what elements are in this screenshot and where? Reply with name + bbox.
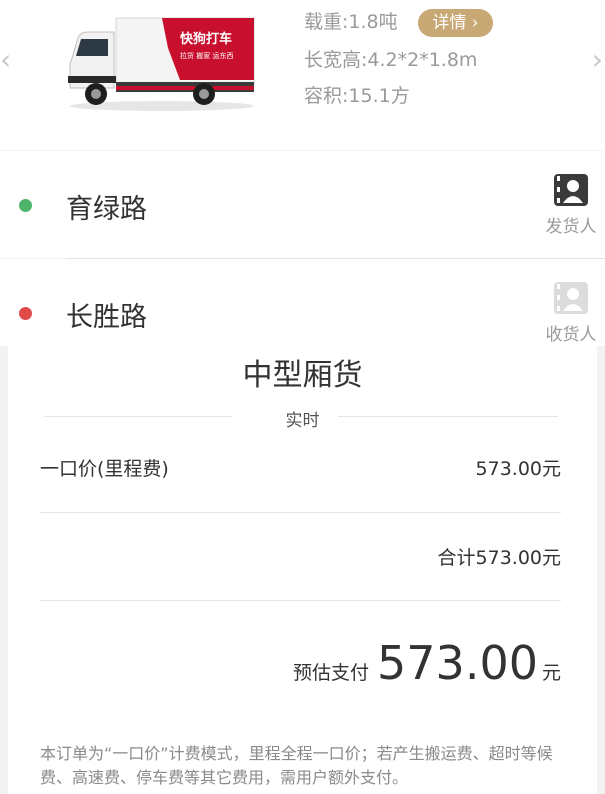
detail-button-label: 详情 xyxy=(432,13,467,33)
divider xyxy=(40,512,561,513)
receiver-label: 收货人 xyxy=(545,325,597,345)
estimate-unit: 元 xyxy=(541,662,561,684)
destination-address: 长胜路 xyxy=(66,302,147,333)
fee-label: 一口价(里程费) xyxy=(40,458,169,480)
chevron-right-icon[interactable]: › xyxy=(592,46,603,74)
pricing-note: 本订单为“一口价”计费模式，里程全程一口价；若产生搬运费、超时等候费、高速费、停… xyxy=(40,744,553,787)
receiver-contact-button[interactable]: 收货人 xyxy=(540,282,602,345)
vehicle-panel: ‹ › 快狗打车 拉货 搬家 运东西 载重:1.8吨 详情 › 长宽高:4.2*… xyxy=(0,0,605,150)
estimate-label: 预估支付 xyxy=(293,662,370,684)
estimate-amount: 573.00 xyxy=(377,636,538,690)
fee-value: 573.00元 xyxy=(475,458,561,480)
svg-text:快狗打车: 快狗打车 xyxy=(180,31,232,47)
estimated-payment: 预估支付 573.00 元 xyxy=(293,636,561,690)
sender-contact-button[interactable]: 发货人 xyxy=(540,174,602,237)
price-card: 中型厢货 实时 一口价(里程费) 573.00元 合计573.00元 预估支付 5… xyxy=(8,346,597,794)
vehicle-load: 载重:1.8吨 xyxy=(304,11,398,33)
sender-label: 发货人 xyxy=(545,217,597,237)
route-to[interactable]: 长胜路 收货人 xyxy=(0,259,605,346)
origin-address: 育绿路 xyxy=(66,194,147,225)
contact-book-icon xyxy=(554,282,588,314)
route-from[interactable]: 育绿路 发货人 xyxy=(0,151,605,258)
order-mode: 实时 xyxy=(285,411,320,431)
truck-image: 快狗打车 拉货 搬家 运东西 xyxy=(68,17,255,111)
contact-book-icon xyxy=(554,174,588,206)
divider xyxy=(338,416,558,417)
divider xyxy=(40,600,561,601)
chevron-right-icon: › xyxy=(466,13,479,33)
chevron-left-icon[interactable]: ‹ xyxy=(0,46,11,74)
vehicle-size: 长宽高:4.2*2*1.8m xyxy=(304,49,478,71)
fee-row: 一口价(里程费) 573.00元 xyxy=(40,454,561,481)
destination-dot-icon xyxy=(19,307,32,320)
origin-dot-icon xyxy=(19,199,32,212)
vehicle-type-title: 中型厢货 xyxy=(242,358,363,393)
vehicle-volume: 容积:15.1方 xyxy=(304,85,410,107)
total-value: 合计573.00元 xyxy=(437,547,561,569)
svg-text:拉货 搬家 运东西: 拉货 搬家 运东西 xyxy=(180,51,233,60)
detail-button[interactable]: 详情 › xyxy=(418,9,493,37)
